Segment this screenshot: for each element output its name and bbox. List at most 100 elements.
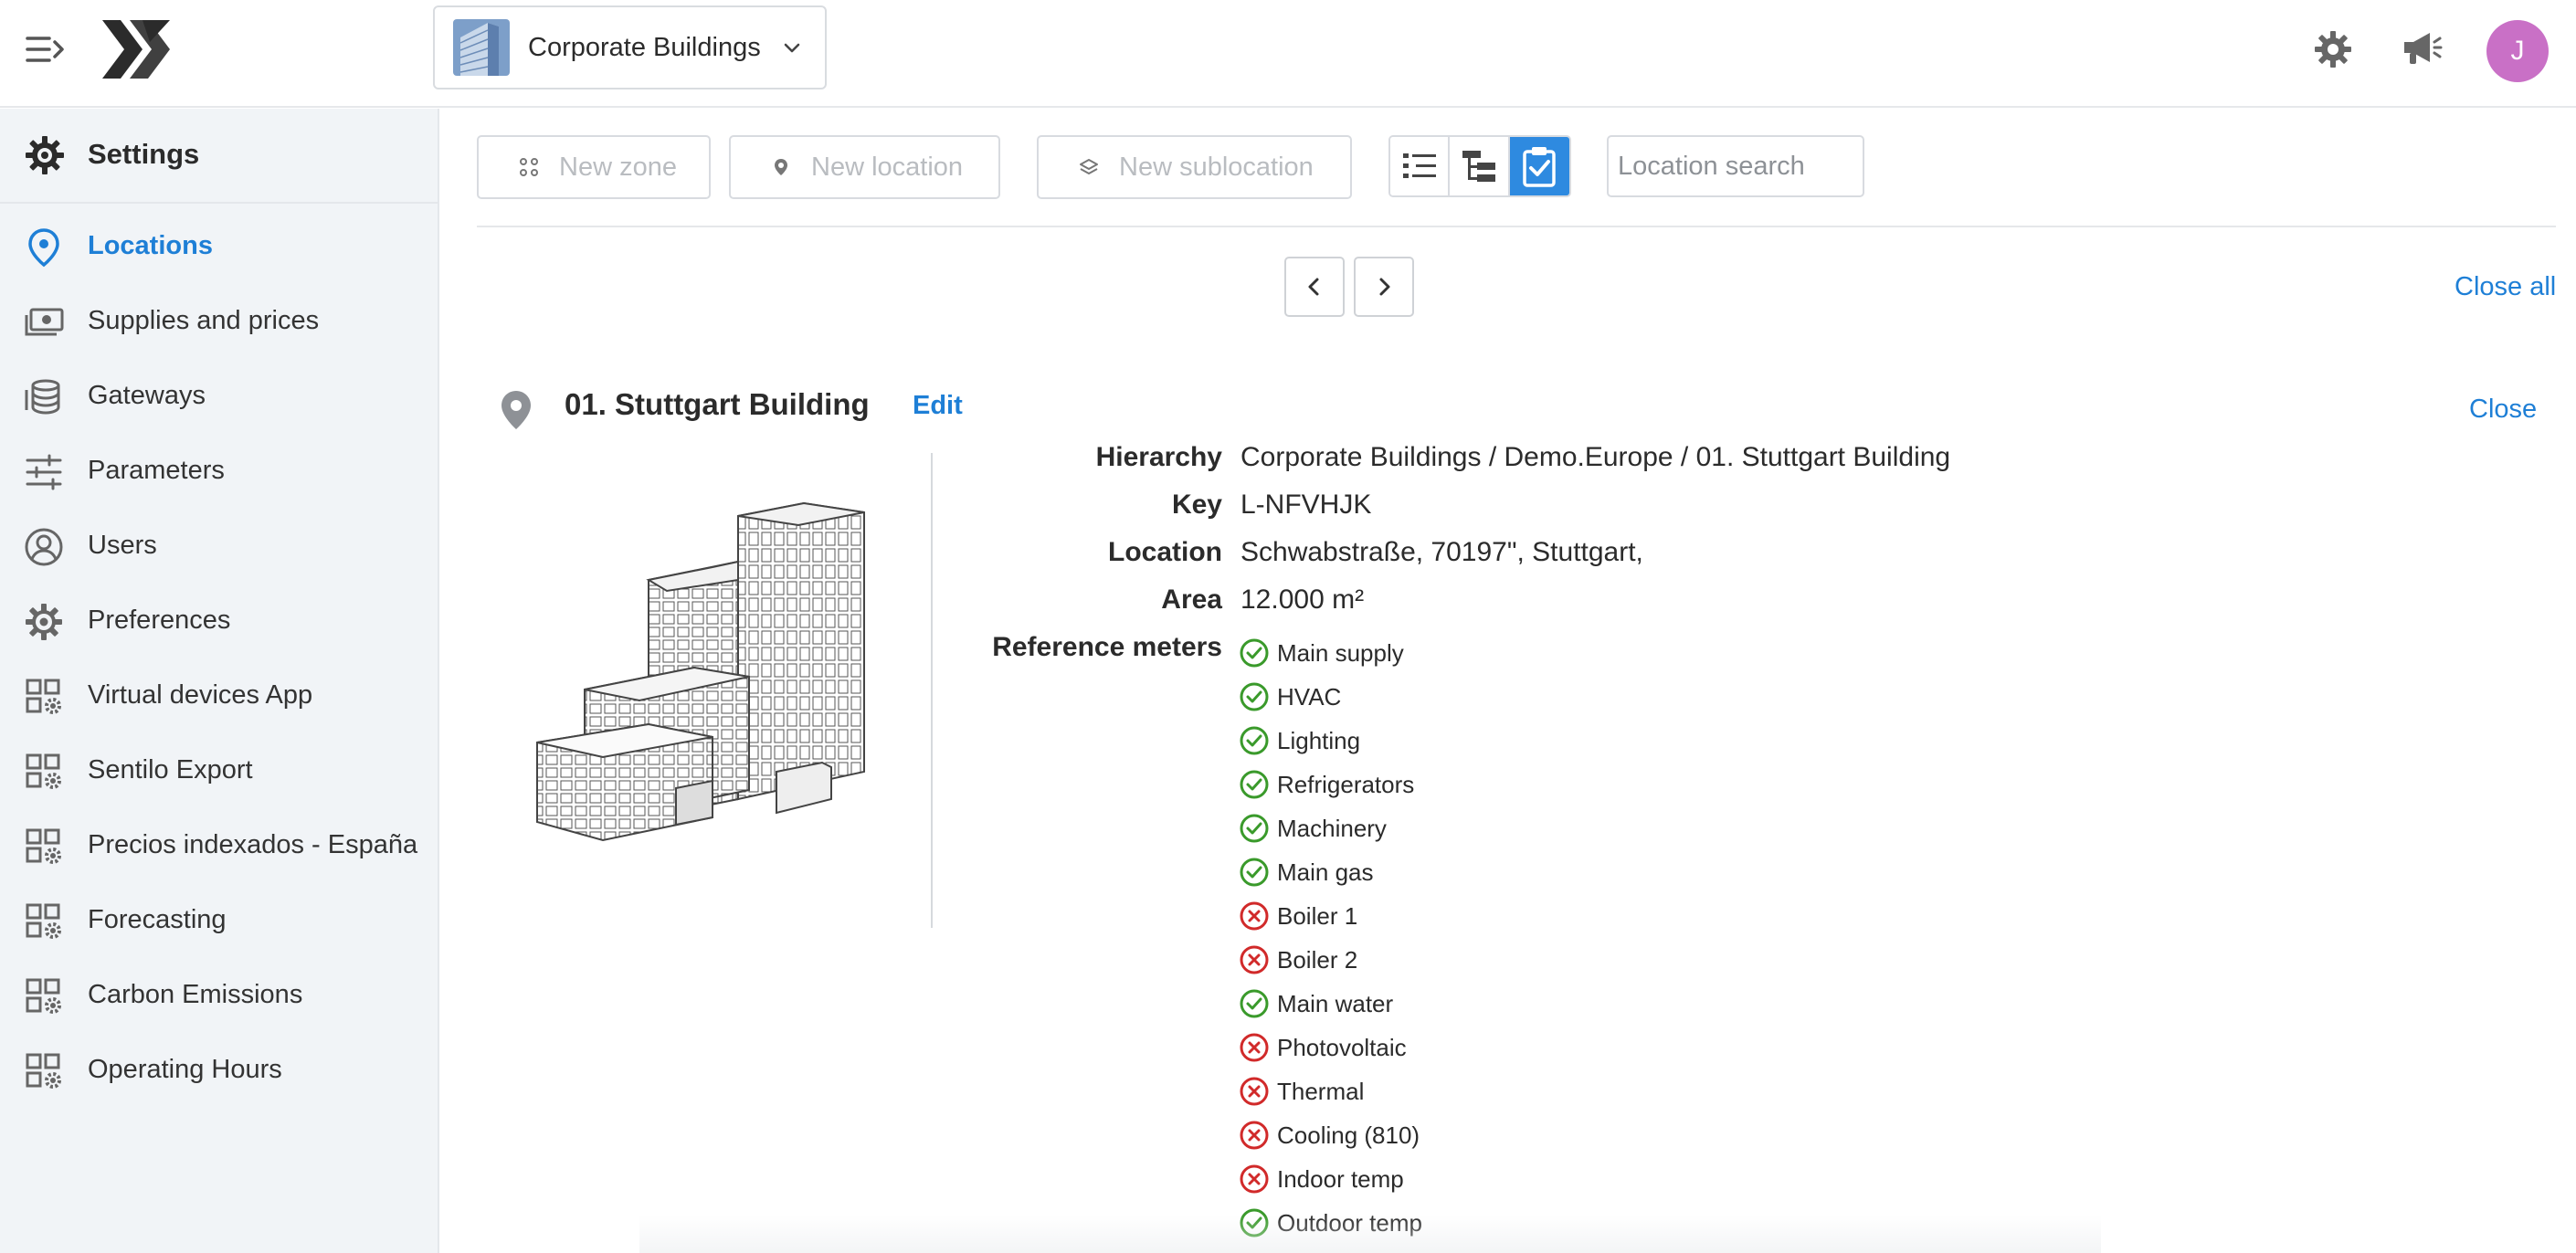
sidebar-item-precios-indexados[interactable]: Precios indexados - España [0, 812, 438, 876]
sidebar-header: Settings [0, 109, 438, 204]
location-pin-icon [28, 228, 59, 268]
sidebar-item-label: Sentilo Export [88, 755, 253, 784]
megaphone-icon[interactable] [2401, 29, 2443, 69]
meter-item: Refrigerators [1239, 766, 1414, 803]
sidebar-item-label: Virtual devices App [88, 680, 313, 710]
settings-sidebar: Settings Locations Supplies and prices G… [0, 109, 439, 1253]
tree-view-button[interactable] [1450, 137, 1510, 195]
meter-name: HVAC [1277, 682, 1342, 711]
meter-name: Main gas [1277, 858, 1374, 886]
sidebar-item-carbon-emissions[interactable]: Carbon Emissions [0, 962, 438, 1026]
check-circle-icon [1240, 989, 1269, 1018]
meter-item: Main gas [1239, 854, 1374, 890]
location-title: 01. Stuttgart Building [565, 387, 870, 421]
area-label: Area [1161, 584, 1222, 615]
meter-item: Lighting [1239, 722, 1360, 759]
scroll-shadow [639, 1215, 2101, 1253]
tree-icon [1462, 151, 1496, 182]
zone-icon [520, 158, 538, 176]
sidebar-item-sentilo-export[interactable]: Sentilo Export [0, 737, 438, 801]
key-value: L-NFVHJK [1240, 490, 1372, 520]
sidebar-item-label: Users [88, 531, 157, 560]
key-label: Key [1171, 490, 1222, 520]
close-all-link[interactable]: Close all [2455, 272, 2556, 302]
sidebar-item-users[interactable]: Users [0, 512, 438, 576]
sidebar-item-label: Carbon Emissions [88, 980, 303, 1009]
hierarchy-label: Hierarchy [1095, 442, 1222, 472]
check-circle-icon [1240, 682, 1269, 711]
x-circle-icon [1240, 1121, 1269, 1150]
previous-button[interactable] [1284, 257, 1345, 317]
next-button[interactable] [1354, 257, 1414, 317]
meter-name: Main water [1277, 989, 1394, 1017]
meter-name: Photovoltaic [1277, 1033, 1407, 1061]
location-pin-icon [775, 159, 787, 175]
user-icon [25, 528, 63, 566]
close-link[interactable]: Close [2469, 395, 2537, 425]
list-view-button[interactable] [1390, 137, 1451, 195]
sidebar-item-locations[interactable]: Locations [0, 213, 438, 277]
menu-toggle-icon[interactable] [26, 31, 66, 68]
top-bar: Corporate Buildings J [0, 0, 2576, 108]
view-mode-toggle [1388, 135, 1571, 197]
building-selector-label: Corporate Buildings [528, 32, 761, 62]
sidebar-item-forecasting[interactable]: Forecasting [0, 887, 438, 951]
edit-link[interactable]: Edit [913, 391, 963, 421]
meter-item: Photovoltaic [1239, 1029, 1407, 1066]
meter-item: Thermal [1239, 1073, 1364, 1110]
check-circle-icon [1240, 726, 1269, 755]
sidebar-item-supplies-and-prices[interactable]: Supplies and prices [0, 288, 438, 352]
sidebar-item-label: Parameters [88, 456, 225, 485]
check-circle-icon [1240, 770, 1269, 799]
sidebar-item-parameters[interactable]: Parameters [0, 437, 438, 501]
layers-icon [1080, 159, 1098, 174]
hierarchy-value: Corporate Buildings / Demo.Europe / 01. … [1240, 442, 1951, 472]
sidebar-item-label: Gateways [88, 381, 206, 410]
new-sublocation-label: New sublocation [1119, 152, 1314, 182]
sidebar-item-preferences[interactable]: Preferences [0, 587, 438, 651]
new-location-label: New location [811, 152, 964, 182]
x-circle-icon [1240, 901, 1269, 931]
meter-name: Main supply [1277, 638, 1404, 667]
new-sublocation-button[interactable]: New sublocation [1037, 135, 1352, 199]
location-search-input[interactable] [1607, 135, 1864, 197]
sidebar-item-gateways[interactable]: Gateways [0, 363, 438, 426]
building-illustration [530, 498, 868, 845]
list-icon [1402, 153, 1436, 178]
meter-item: Indoor temp [1239, 1161, 1404, 1197]
app-gear-icon [26, 828, 61, 864]
app-gear-icon [26, 753, 61, 789]
detail-divider [931, 453, 933, 928]
sidebar-item-label: Supplies and prices [88, 306, 320, 335]
chevron-left-icon [1308, 278, 1319, 296]
meter-item: Machinery [1239, 810, 1387, 847]
meter-name: Boiler 2 [1277, 945, 1358, 974]
location-pin-icon [501, 391, 531, 429]
app-gear-icon [26, 1053, 61, 1089]
gear-icon [26, 136, 64, 174]
money-icon [25, 308, 64, 336]
meter-item: Main water [1239, 985, 1393, 1022]
location-label: Location [1108, 537, 1222, 567]
new-zone-button[interactable]: New zone [477, 135, 711, 199]
sidebar-item-operating-hours[interactable]: Operating Hours [0, 1037, 438, 1100]
new-location-button[interactable]: New location [729, 135, 1000, 199]
meter-item: Boiler 1 [1239, 898, 1357, 934]
building-selector[interactable]: Corporate Buildings [433, 5, 827, 90]
app-logo[interactable] [102, 20, 170, 79]
sidebar-item-label: Locations [88, 231, 213, 260]
database-icon [25, 379, 60, 415]
gear-icon [26, 604, 62, 640]
location-value: Schwabstraße, 70197", Stuttgart, [1240, 537, 1643, 567]
meter-name: Boiler 1 [1277, 901, 1358, 930]
check-circle-icon [1240, 814, 1269, 843]
meter-name: Indoor temp [1277, 1164, 1404, 1193]
sidebar-item-label: Operating Hours [88, 1055, 282, 1084]
detail-view-button[interactable] [1509, 137, 1569, 195]
user-avatar[interactable]: J [2486, 20, 2549, 82]
building-thumbnail [453, 19, 510, 76]
sidebar-item-virtual-devices-app[interactable]: Virtual devices App [0, 662, 438, 726]
gear-icon[interactable] [2313, 29, 2353, 69]
x-circle-icon [1240, 1033, 1269, 1062]
sidebar-item-label: Preferences [88, 605, 231, 635]
